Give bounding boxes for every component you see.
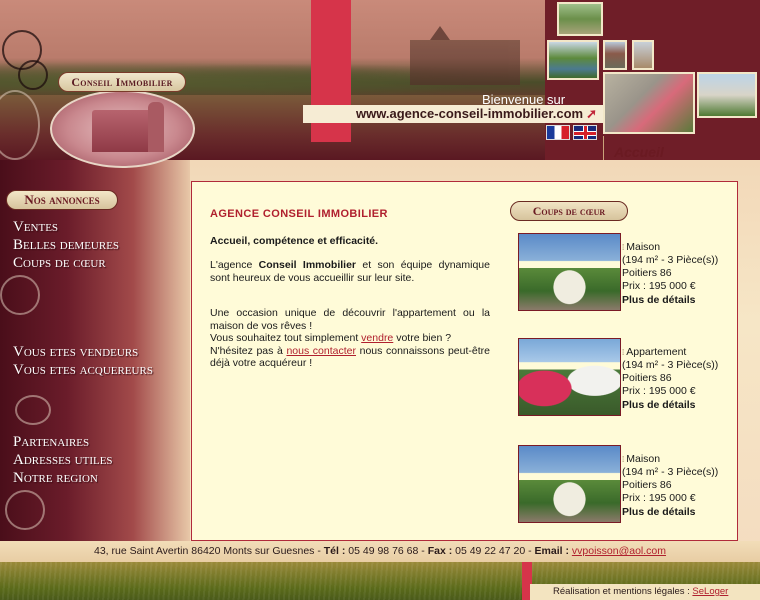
french-flag-icon[interactable] xyxy=(546,125,570,140)
nav-item-notre-region[interactable]: Notre region xyxy=(13,469,113,487)
uk-flag-icon[interactable] xyxy=(573,125,597,140)
swirl-decoration xyxy=(15,395,51,425)
photo-lake xyxy=(547,40,599,80)
logo-house-image xyxy=(50,90,195,168)
nav-item-partenaires[interactable]: Partenaires xyxy=(13,433,113,451)
footer-credit: Réalisation et mentions légales : SeLoge… xyxy=(553,586,729,597)
coups-de-coeur-title: Coups de cœur xyxy=(510,201,628,221)
listing-card[interactable]: ⁞ Maison (194 m² - 3 Pièce(s)) Poitiers 8… xyxy=(518,233,733,313)
bullet-icon: ⁞ xyxy=(622,243,625,252)
nav-group-annonces: Ventes Belles demeures Coups de cœur xyxy=(13,218,119,272)
photo-tower xyxy=(697,72,757,118)
offer-paragraph: Une occasion unique de découvrir l'appar… xyxy=(210,307,490,369)
breadcrumb: Accueil xyxy=(614,144,664,160)
page-title: AGENCE CONSEIL IMMOBILIER xyxy=(210,208,388,220)
breadcrumb-divider xyxy=(603,136,604,160)
listing-details-link[interactable]: Plus de détails xyxy=(622,399,734,412)
listing-details: ⁞ Appartement (194 m² - 3 Pièce(s)) Poiti… xyxy=(622,346,734,412)
nav-item-coups-de-coeur[interactable]: Coups de cœur xyxy=(13,254,119,272)
swirl-decoration xyxy=(5,490,45,530)
logo[interactable]: Conseil Immobilier xyxy=(44,72,199,168)
link-nous-contacter[interactable]: nous contacter xyxy=(286,345,356,357)
seloger-link[interactable]: SeLoger xyxy=(692,586,728,597)
photo-church xyxy=(603,40,627,70)
listing-card[interactable]: ⁞ Appartement (194 m² - 3 Pièce(s)) Poiti… xyxy=(518,338,733,418)
listing-photo[interactable] xyxy=(518,338,621,416)
castle-silhouette xyxy=(410,26,520,85)
nav-item-ventes[interactable]: Ventes xyxy=(13,218,119,236)
link-vendre[interactable]: vendre xyxy=(361,332,393,344)
listing-details-link[interactable]: Plus de détails xyxy=(622,294,734,307)
main-content-box: AGENCE CONSEIL IMMOBILIER Accueil, compé… xyxy=(191,181,738,541)
site-url-text: www.agence-conseil-immobilier.com xyxy=(356,106,584,121)
nav-item-acquereurs[interactable]: Vous etes acquereurs xyxy=(13,361,153,379)
email-link[interactable]: vvpoisson@aol.com xyxy=(572,545,666,557)
swirl-decoration xyxy=(0,275,40,315)
nav-group-clients: Vous etes vendeurs Vous etes acquereurs xyxy=(13,343,153,379)
listing-card[interactable]: ⁞ Maison (194 m² - 3 Pièce(s)) Poitiers 8… xyxy=(518,445,733,525)
photo-door-flowers xyxy=(603,72,695,134)
logo-text: Conseil Immobilier xyxy=(58,72,186,92)
arrow-icon: ➚ xyxy=(586,106,597,121)
nav-item-vendeurs[interactable]: Vous etes vendeurs xyxy=(13,343,153,361)
bullet-icon: ⁞ xyxy=(622,348,625,357)
tagline: Accueil, compétence et efficacité. xyxy=(210,235,379,247)
listing-photo[interactable] xyxy=(518,445,621,523)
listing-details-link[interactable]: Plus de détails xyxy=(622,506,734,519)
intro-paragraph: L'agence Conseil Immobilier et son équip… xyxy=(210,259,490,284)
nav-group-infos: Partenaires Adresses utiles Notre region xyxy=(13,433,113,487)
nav-title-nos-annonces: Nos annonces xyxy=(6,190,118,210)
footer-contact: 43, rue Saint Avertin 86420 Monts sur Gu… xyxy=(93,545,667,557)
listing-details: ⁞ Maison (194 m² - 3 Pièce(s)) Poitiers 8… xyxy=(622,241,734,307)
listing-details: ⁞ Maison (194 m² - 3 Pièce(s)) Poitiers 8… xyxy=(622,453,734,519)
nav-item-adresses-utiles[interactable]: Adresses utiles xyxy=(13,451,113,469)
site-url-banner[interactable]: www.agence-conseil-immobilier.com ➚ xyxy=(303,105,603,123)
nav-item-belles-demeures[interactable]: Belles demeures xyxy=(13,236,119,254)
listing-photo[interactable] xyxy=(518,233,621,311)
bullet-icon: ⁞ xyxy=(622,455,625,464)
photo-alley xyxy=(557,2,603,36)
photo-spire xyxy=(632,40,654,70)
